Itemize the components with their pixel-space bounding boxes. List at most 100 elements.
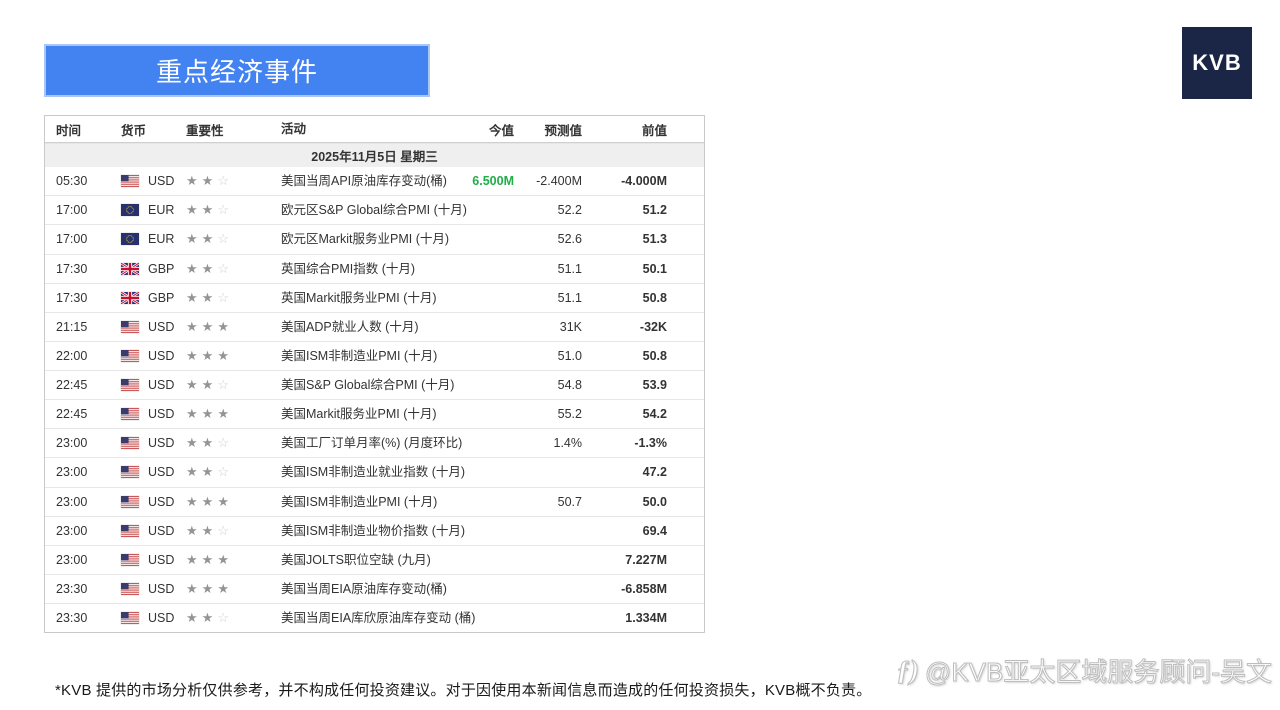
star-empty-icon: ☆ <box>217 377 233 392</box>
event-row: 23:30 USD ★★★ 美国当周EIA原油库存变动(桶) -6.858M <box>45 574 704 603</box>
star-empty-icon: ☆ <box>217 173 233 188</box>
currency-cell: GBP <box>121 291 174 305</box>
header-activity: 活动 <box>281 116 486 142</box>
currency-code: USD <box>148 495 174 509</box>
event-row: 23:00 USD ★★★ 美国ISM非制造业PMI (十月) 50.7 50.… <box>45 487 704 516</box>
previous-value: -6.858M <box>621 582 667 596</box>
currency-code: USD <box>148 465 174 479</box>
currency-code: USD <box>148 349 174 363</box>
forecast-value: 51.1 <box>558 291 582 305</box>
star-filled-icon: ★ <box>202 231 218 246</box>
event-time: 23:30 <box>56 582 87 596</box>
star-filled-icon: ★ <box>202 261 218 276</box>
star-filled-icon: ★ <box>186 231 202 246</box>
previous-value: 69.4 <box>643 524 667 538</box>
event-name: 美国Markit服务业PMI (十月) <box>281 400 486 428</box>
importance-stars: ★★★ <box>186 348 233 364</box>
event-time: 23:00 <box>56 495 87 509</box>
currency-cell: USD <box>121 553 174 567</box>
event-name: 美国S&P Global综合PMI (十月) <box>281 371 486 399</box>
currency-cell: EUR <box>121 203 174 217</box>
us-flag-icon <box>121 379 139 391</box>
us-flag-icon <box>121 612 139 624</box>
event-time: 17:30 <box>56 291 87 305</box>
currency-cell: USD <box>121 436 174 450</box>
star-filled-icon: ★ <box>202 552 218 567</box>
star-filled-icon: ★ <box>202 319 218 334</box>
forecast-value: 31K <box>560 320 582 334</box>
disclaimer-text: *KVB 提供的市场分析仅供参考，并不构成任何投资建议。对于因使用本新闻信息而造… <box>55 679 1035 700</box>
gb-flag-icon <box>121 263 139 275</box>
currency-cell: USD <box>121 407 174 421</box>
importance-stars: ★★★ <box>186 581 233 597</box>
star-filled-icon: ★ <box>186 435 202 450</box>
currency-cell: USD <box>121 320 174 334</box>
previous-value: 54.2 <box>643 407 667 421</box>
star-filled-icon: ★ <box>217 581 233 596</box>
event-row: 22:45 USD ★★☆ 美国S&P Global综合PMI (十月) 54.… <box>45 370 704 399</box>
us-flag-icon <box>121 321 139 333</box>
us-flag-icon <box>121 583 139 595</box>
star-empty-icon: ☆ <box>217 290 233 305</box>
previous-value: 1.334M <box>625 611 667 625</box>
star-empty-icon: ☆ <box>217 523 233 538</box>
currency-code: GBP <box>148 262 174 276</box>
star-empty-icon: ☆ <box>217 610 233 625</box>
star-empty-icon: ☆ <box>217 464 233 479</box>
star-filled-icon: ★ <box>186 552 202 567</box>
watermark-text: @KVB亚太区域服务顾问-吴文 <box>925 652 1272 689</box>
currency-code: USD <box>148 611 174 625</box>
event-row: 05:30 USD ★★☆ 美国当周API原油库存变动(桶) 6.500M -2… <box>45 167 704 195</box>
gb-flag-icon <box>121 292 139 304</box>
event-name: 美国ISM非制造业PMI (十月) <box>281 488 486 516</box>
star-filled-icon: ★ <box>202 494 218 509</box>
star-filled-icon: ★ <box>202 202 218 217</box>
event-row: 17:00 EUR ★★☆ 欧元区Markit服务业PMI (十月) 52.6 … <box>45 224 704 253</box>
event-name: 美国ISM非制造业PMI (十月) <box>281 342 486 370</box>
importance-stars: ★★☆ <box>186 610 233 626</box>
event-time: 23:00 <box>56 524 87 538</box>
header-time: 时间 <box>56 120 81 139</box>
event-row: 23:00 USD ★★★ 美国JOLTS职位空缺 (九月) 7.227M <box>45 545 704 574</box>
us-flag-icon <box>121 466 139 478</box>
us-flag-icon <box>121 408 139 420</box>
star-empty-icon: ☆ <box>217 435 233 450</box>
star-filled-icon: ★ <box>217 494 233 509</box>
star-filled-icon: ★ <box>186 581 202 596</box>
star-filled-icon: ★ <box>202 406 218 421</box>
event-time: 23:00 <box>56 436 87 450</box>
event-time: 17:30 <box>56 262 87 276</box>
event-name: 美国ISM非制造业物价指数 (十月) <box>281 517 486 545</box>
event-row: 21:15 USD ★★★ 美国ADP就业人数 (十月) 31K -32K <box>45 312 704 341</box>
currency-code: GBP <box>148 291 174 305</box>
event-name: 美国ADP就业人数 (十月) <box>281 313 486 341</box>
us-flag-icon <box>121 437 139 449</box>
importance-stars: ★★☆ <box>186 523 233 539</box>
us-flag-icon <box>121 554 139 566</box>
importance-stars: ★★☆ <box>186 261 233 277</box>
importance-stars: ★★☆ <box>186 377 233 393</box>
economic-calendar-table: 时间 货币 重要性 活动 今值 预测值 前值 2025年11月5日 星期三 05… <box>44 115 705 633</box>
header-importance: 重要性 <box>186 120 224 139</box>
star-filled-icon: ★ <box>202 610 218 625</box>
star-filled-icon: ★ <box>202 523 218 538</box>
star-filled-icon: ★ <box>202 581 218 596</box>
event-time: 23:00 <box>56 465 87 479</box>
forecast-value: 50.7 <box>558 495 582 509</box>
currency-cell: USD <box>121 378 174 392</box>
forecast-value: 52.6 <box>558 232 582 246</box>
currency-cell: USD <box>121 582 174 596</box>
currency-cell: USD <box>121 174 174 188</box>
forecast-value: 51.0 <box>558 349 582 363</box>
event-time: 05:30 <box>56 174 87 188</box>
previous-value: 50.0 <box>643 495 667 509</box>
currency-code: EUR <box>148 203 174 217</box>
star-filled-icon: ★ <box>186 523 202 538</box>
star-filled-icon: ★ <box>186 610 202 625</box>
event-name: 欧元区S&P Global综合PMI (十月) <box>281 196 486 224</box>
previous-value: 50.1 <box>643 262 667 276</box>
forecast-value: 52.2 <box>558 203 582 217</box>
event-time: 22:00 <box>56 349 87 363</box>
forecast-value: 54.8 <box>558 378 582 392</box>
star-filled-icon: ★ <box>186 406 202 421</box>
